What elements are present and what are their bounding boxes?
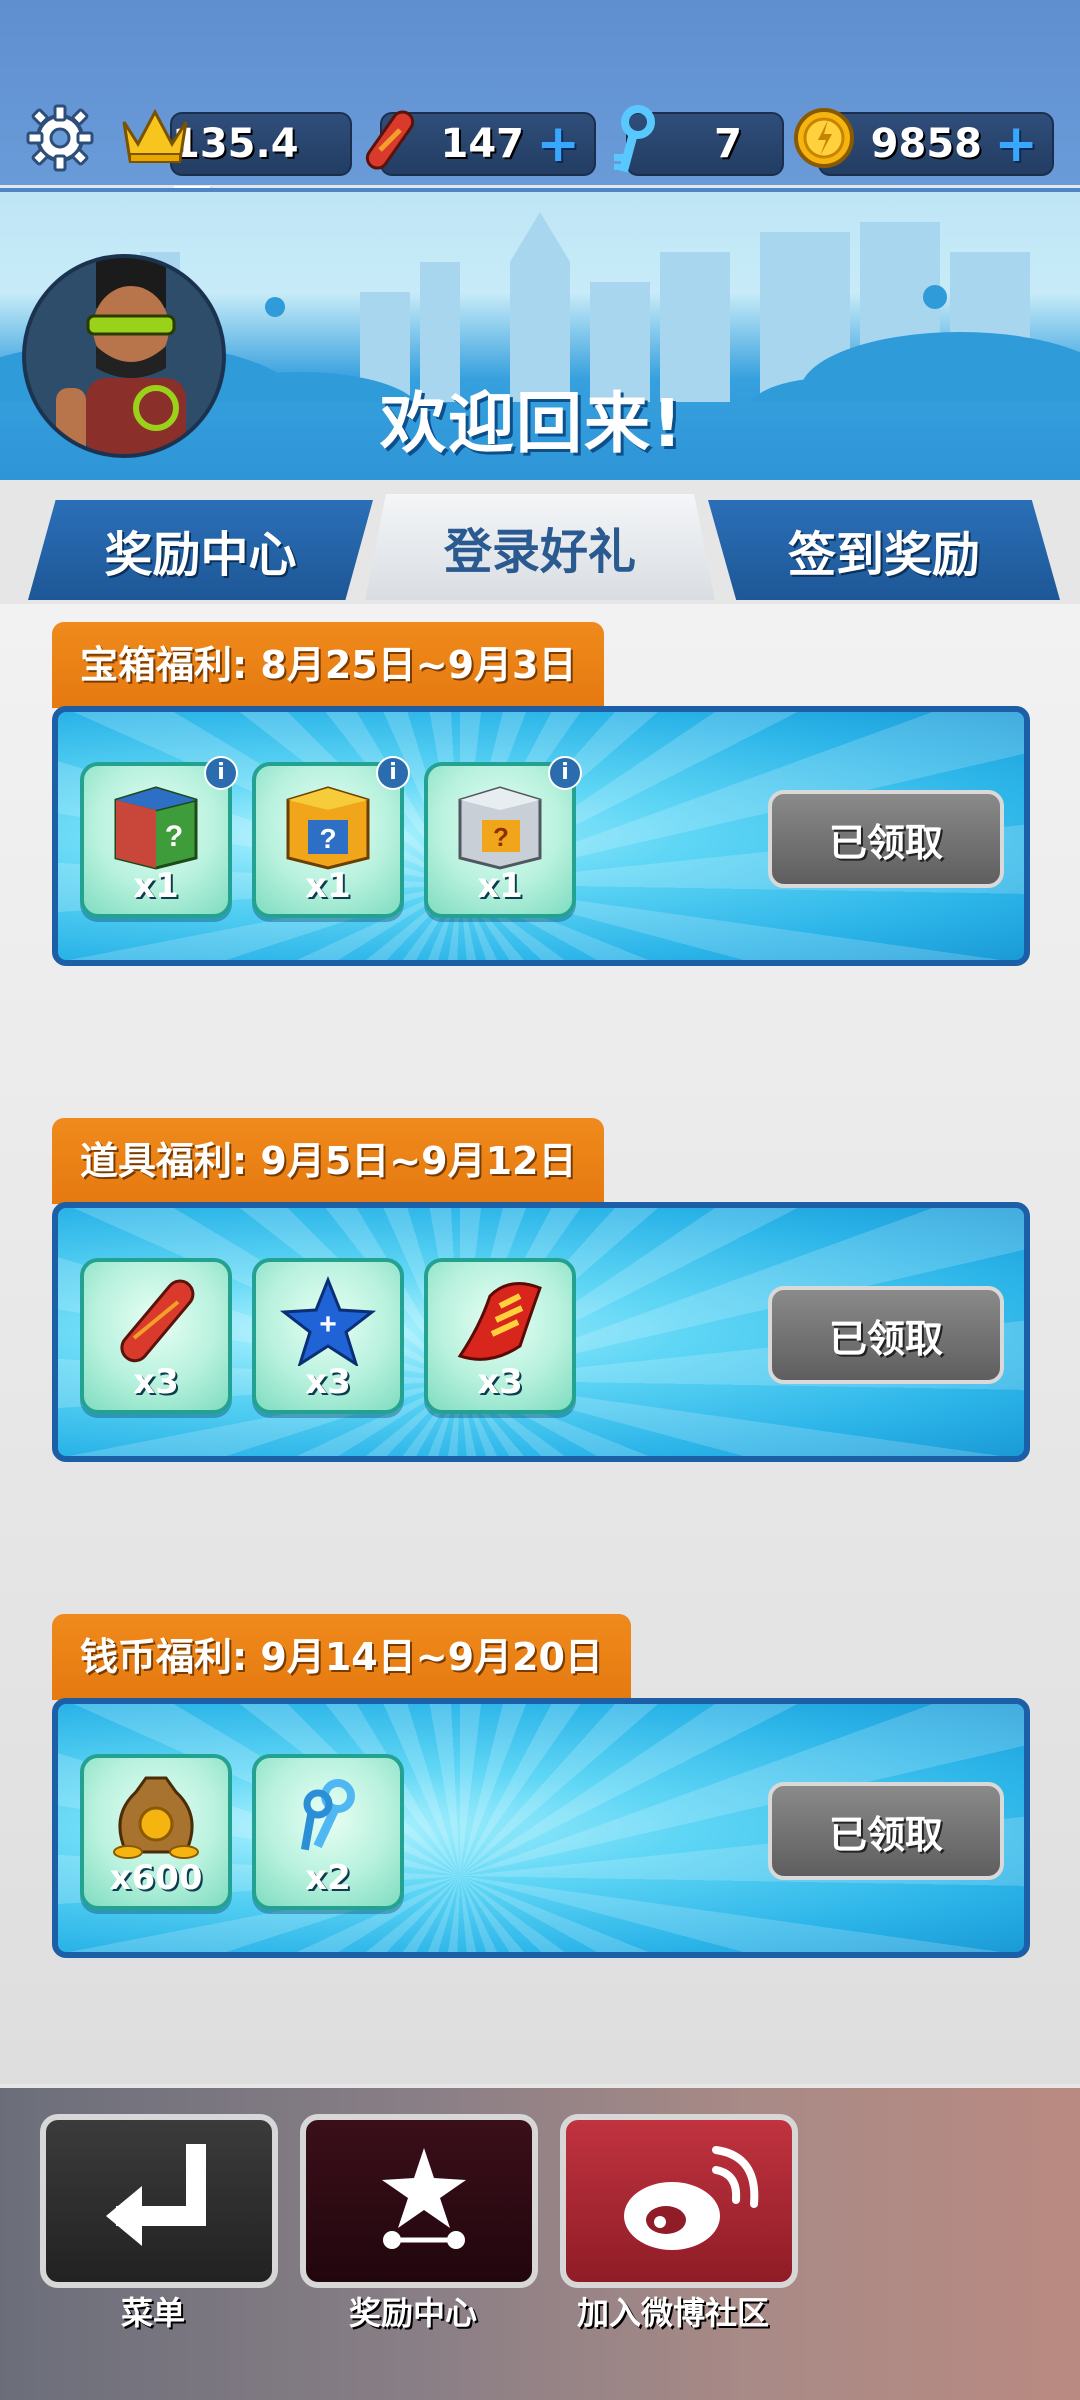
- orange-mystery-box-icon: ?: [286, 786, 370, 870]
- top-status-bar: 135.4万 147 + 7 9858 +: [0, 0, 1080, 227]
- reward-item[interactable]: + x3: [252, 1258, 404, 1414]
- item-benefit-section: 道具福利: 9月5日~9月12日 x3 + x3 x3 已领取: [52, 1118, 1030, 1462]
- score-booster-star-icon: +: [279, 1276, 377, 1366]
- coin-icon: [794, 108, 854, 168]
- claimed-button[interactable]: 已领取: [768, 790, 1004, 888]
- item-info-button[interactable]: i: [376, 756, 410, 790]
- item-info-button[interactable]: i: [548, 756, 582, 790]
- player-avatar[interactable]: [22, 254, 226, 458]
- add-hoverboard-button[interactable]: +: [536, 114, 580, 174]
- character-portrait-icon: [56, 258, 186, 454]
- green-mystery-box-icon: ?: [114, 786, 198, 870]
- coin-bag-icon: [113, 1776, 199, 1859]
- item-quantity: x1: [133, 866, 179, 906]
- bottom-navigation: 菜单 奖励中心 加入微博社区: [0, 2088, 1080, 2400]
- reward-star-icon: [382, 2148, 466, 2249]
- item-quantity: x3: [305, 1362, 351, 1402]
- reward-item[interactable]: ? i x1: [252, 756, 410, 918]
- item-quantity: x3: [133, 1362, 179, 1402]
- reward-list: 宝箱福利: 8月25日~9月3日 ? i x1 ? i x1 ? i x1 已领…: [0, 604, 1080, 2084]
- reward-item[interactable]: x3: [424, 1258, 576, 1414]
- hoverboard-icon: [120, 1279, 195, 1363]
- tab-checkin-reward[interactable]: 签到奖励: [708, 500, 1060, 600]
- svg-text:?: ?: [165, 820, 183, 853]
- coin-benefit-section: 钱币福利: 9月14日~9月20日 x600 x2 已领取: [52, 1614, 1030, 1958]
- keys-icon: [300, 1779, 355, 1851]
- crown-icon: [122, 108, 188, 163]
- return-arrow-icon: [106, 2144, 206, 2246]
- reward-item[interactable]: ? i x1: [424, 756, 582, 918]
- item-quantity: x1: [477, 866, 523, 906]
- tab-login-gift[interactable]: 登录好礼: [365, 494, 715, 600]
- reward-panel: ? i x1 ? i x1 ? i x1 已领取: [52, 706, 1030, 966]
- reward-item[interactable]: ? i x1: [80, 756, 238, 918]
- weibo-button[interactable]: [560, 2114, 798, 2288]
- svg-text:+: +: [319, 1308, 337, 1341]
- section-title: 宝箱福利: 8月25日~9月3日: [52, 622, 605, 708]
- welcome-title: 欢迎回来!: [380, 385, 685, 462]
- item-quantity: x3: [477, 1362, 523, 1402]
- silver-mystery-box-icon: ?: [458, 786, 542, 870]
- menu-label: 菜单: [120, 2294, 185, 2332]
- chest-benefit-section: 宝箱福利: 8月25日~9月3日 ? i x1 ? i x1 ? i x1 已领…: [52, 622, 1030, 966]
- reward-item[interactable]: x3: [80, 1258, 232, 1414]
- weibo-icon: [624, 2146, 759, 2250]
- reward-item[interactable]: x2: [252, 1754, 404, 1910]
- svg-text:?: ?: [493, 822, 509, 852]
- reward-panel: x3 + x3 x3 已领取: [52, 1202, 1030, 1462]
- reward-center-button[interactable]: [300, 2114, 538, 2288]
- settings-gear-icon[interactable]: [24, 102, 96, 174]
- svg-text:?: ?: [319, 823, 336, 854]
- tab-bar: 奖励中心 签到奖励 登录好礼: [0, 494, 1080, 610]
- coins-count: 9858: [870, 121, 982, 167]
- item-quantity: x600: [109, 1858, 203, 1898]
- score-stat: 135.4万: [170, 112, 352, 227]
- item-info-button[interactable]: i: [204, 756, 238, 790]
- reward-panel: x600 x2 已领取: [52, 1698, 1030, 1958]
- section-title: 道具福利: 9月5日~9月12日: [52, 1118, 605, 1204]
- claimed-button[interactable]: 已领取: [768, 1286, 1004, 1384]
- hoverboard-count: 147: [440, 121, 525, 167]
- keys-count: 7: [714, 121, 742, 167]
- item-quantity: x1: [305, 866, 351, 906]
- reward-item[interactable]: x600: [80, 1754, 232, 1910]
- reward-center-label: 奖励中心: [348, 2294, 477, 2332]
- add-coins-button[interactable]: +: [994, 114, 1038, 174]
- section-title: 钱币福利: 9月14日~9月20日: [52, 1614, 631, 1700]
- headstart-icon: [457, 1282, 542, 1361]
- claimed-button[interactable]: 已领取: [768, 1782, 1004, 1880]
- item-quantity: x2: [305, 1858, 351, 1898]
- menu-button[interactable]: [40, 2114, 278, 2288]
- weibo-label: 加入微博社区: [576, 2294, 769, 2332]
- tab-reward-center[interactable]: 奖励中心: [28, 500, 373, 600]
- hoverboard-icon: [365, 110, 415, 170]
- key-icon: [614, 105, 655, 173]
